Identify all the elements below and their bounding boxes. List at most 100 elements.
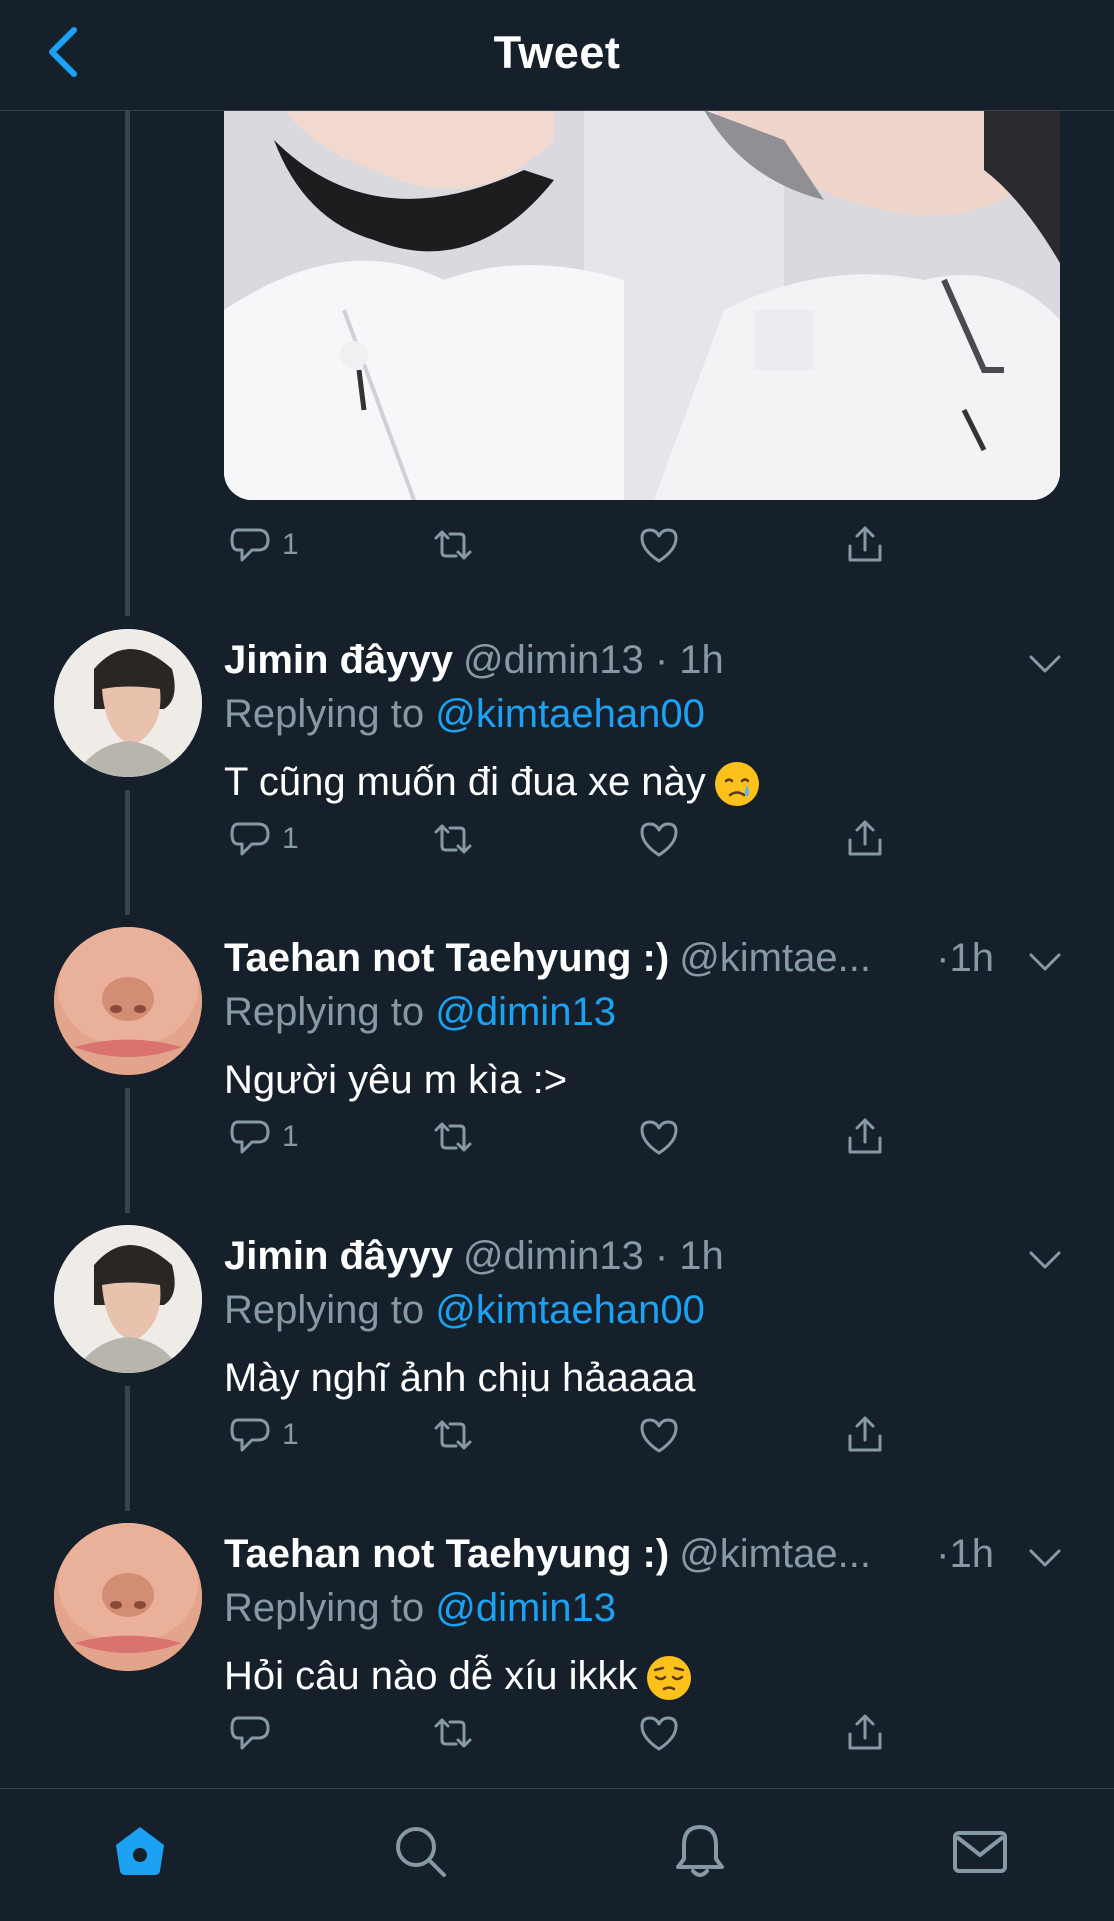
reply-count: 1 [282,528,299,561]
reply-button[interactable] [228,1703,282,1763]
share-icon [848,526,882,562]
timestamp: 1h [949,936,995,980]
timestamp: 1h [679,1234,724,1278]
tweet-body: Hỏi câu nào dễ xíu ikkk [224,1654,638,1698]
retweet-button[interactable] [430,809,476,869]
tweet-meta: Jimin đâyyy @dimin13 · 1h [224,1231,724,1281]
retweet-icon [434,1718,472,1748]
chevron-down-icon[interactable] [1025,649,1065,679]
chevron-down-icon[interactable] [1025,1543,1065,1573]
share-button[interactable] [842,1703,888,1763]
timestamp: 1h [949,1532,995,1576]
reply-icon [230,822,270,856]
user-handle: @dimin13 [463,1234,644,1278]
like-button[interactable] [636,515,682,575]
like-button[interactable] [636,1405,682,1465]
nav-home[interactable] [110,1821,170,1881]
like-button[interactable] [636,1703,682,1763]
reply-tweet[interactable]: Jimin đâyyy @dimin13 · 1h Replying to @ki… [0,629,1114,927]
separator-dot: · [936,936,950,980]
retweet-button[interactable] [430,1405,476,1465]
mention-link[interactable]: @dimin13 [435,1586,616,1630]
replying-to: Replying to @kimtaehan00 [224,1285,705,1335]
envelope-icon [953,1831,1007,1873]
tweet-text: Mày nghĩ ảnh chịu hảaaaa [224,1353,695,1403]
reply-button[interactable]: 1 [228,809,299,869]
tweet-text: Người yêu m kìa :> [224,1055,567,1105]
avatar[interactable] [54,1225,202,1373]
replying-label: Replying to [224,692,425,736]
replying-label: Replying to [224,1586,425,1630]
thread-line [125,110,130,616]
action-bar: 1 [224,515,924,575]
nav-notifications[interactable] [670,1821,730,1881]
action-bar [224,1703,924,1763]
nav-messages[interactable] [950,1821,1010,1881]
action-bar: 1 [224,1107,924,1167]
nav-search[interactable] [390,1821,450,1881]
action-bar: 1 [224,1405,924,1465]
mention-link[interactable]: @dimin13 [435,990,616,1034]
retweet-button[interactable] [430,515,476,575]
bell-icon [676,1825,724,1877]
share-button[interactable] [842,515,888,575]
mention-link[interactable]: @kimtaehan00 [435,1288,705,1332]
reply-tweet[interactable]: Taehan not Taehyung :) @kimtae... ·1h Rep… [0,1523,1114,1821]
avatar[interactable] [54,927,202,1075]
search-icon [396,1827,446,1877]
separator-dot: · [936,1532,950,1576]
home-icon [116,1827,164,1875]
reply-button[interactable]: 1 [228,1405,299,1465]
share-icon [848,820,882,856]
share-button[interactable] [842,1107,888,1167]
heart-icon [640,1716,678,1751]
reply-tweet[interactable]: Jimin đâyyy @dimin13 · 1h Replying to @ki… [0,1225,1114,1523]
like-button[interactable] [636,809,682,869]
chevron-down-icon[interactable] [1025,1245,1065,1275]
tweet-body: Mày nghĩ ảnh chịu hảaaaa [224,1356,696,1400]
retweet-icon [434,1420,472,1450]
user-handle: @kimtae... [679,936,871,980]
heart-icon [640,822,678,857]
share-icon [848,1416,882,1452]
page-title: Tweet [493,27,621,78]
avatar-image [54,1225,202,1373]
retweet-button[interactable] [430,1703,476,1763]
avatar-image [54,1523,202,1671]
reply-icon [230,1418,270,1452]
tweet-text: Hỏi câu nào dễ xíu ikkk [224,1651,694,1703]
user-handle: @dimin13 [463,638,644,682]
display-name[interactable]: Taehan not Taehyung :) [224,1532,669,1576]
like-button[interactable] [636,1107,682,1167]
reply-button[interactable]: 1 [228,1107,299,1167]
timestamp-group: ·1h [936,933,994,983]
reply-icon [230,528,270,562]
separator-dot: · [654,1234,669,1278]
display-name[interactable]: Taehan not Taehyung :) [224,936,669,980]
retweet-button[interactable] [430,1107,476,1167]
display-name[interactable]: Jimin đâyyy [224,1234,453,1278]
mention-link[interactable]: @kimtaehan00 [435,692,705,736]
tweet-photo[interactable] [224,110,1060,500]
timestamp: 1h [679,638,724,682]
user-handle: @kimtae... [679,1532,871,1576]
display-name[interactable]: Jimin đâyyy [224,638,453,682]
separator-dot: · [654,638,669,682]
avatar-image [54,927,202,1075]
action-bar: 1 [224,809,924,869]
avatar[interactable] [54,1523,202,1671]
avatar[interactable] [54,629,202,777]
chevron-down-icon[interactable] [1025,947,1065,977]
share-button[interactable] [842,809,888,869]
share-button[interactable] [842,1405,888,1465]
reply-button[interactable]: 1 [228,515,299,575]
heart-icon [640,1120,678,1155]
heart-icon [640,1418,678,1453]
retweet-icon [434,1122,472,1152]
tweet-meta: Jimin đâyyy @dimin13 · 1h [224,635,724,685]
reply-count: 1 [282,1418,299,1451]
tweet-text: T cũng muốn đi đua xe này [224,757,762,809]
reply-tweet[interactable]: Taehan not Taehyung :) @kimtae... ·1h Rep… [0,927,1114,1225]
replying-to: Replying to @dimin13 [224,987,616,1037]
reply-icon [230,1716,270,1750]
